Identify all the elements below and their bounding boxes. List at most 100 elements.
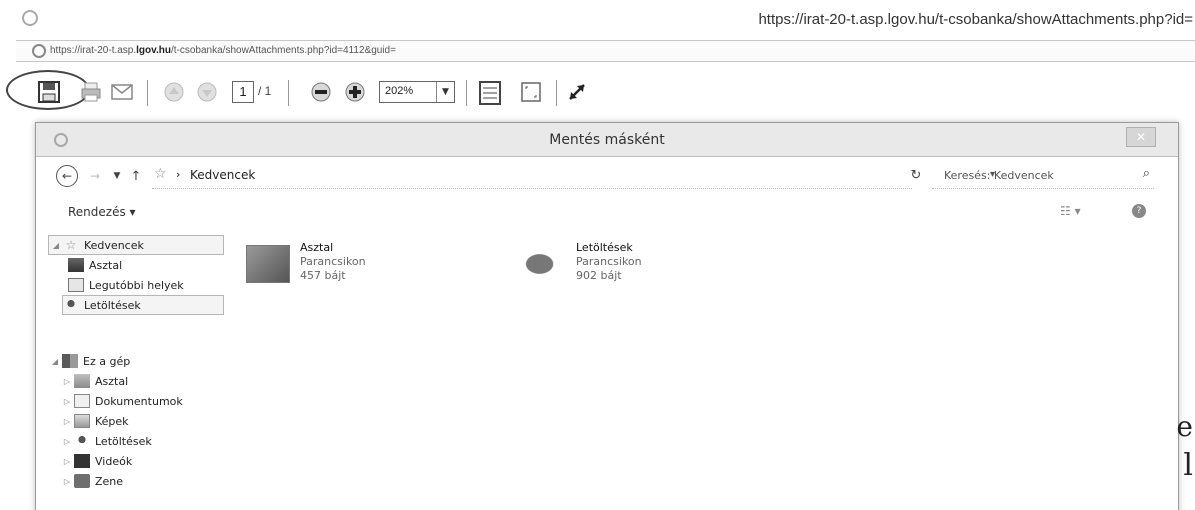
previous-page-button[interactable] (163, 81, 185, 103)
file-type: Parancsikon (576, 255, 642, 268)
view-icon: ☷ ▾ (1060, 204, 1081, 218)
pictures-icon (74, 414, 90, 428)
fit-width-button[interactable] (520, 81, 542, 103)
file-name: Asztal (300, 241, 334, 254)
search-icon: ⌕ (1142, 166, 1150, 181)
page-total: / 1 (258, 84, 272, 98)
sidebar-item-label: Ez a gép (83, 354, 131, 368)
star-icon: ☆ (65, 238, 77, 252)
file-type: Parancsikon (300, 255, 366, 268)
expand-arrow-icon[interactable]: ▷ (60, 417, 74, 426)
dialog-title-bar: Mentés másként ✕ (36, 123, 1178, 157)
breadcrumb-location[interactable]: Kedvencek (190, 168, 255, 182)
recent-places-icon (68, 278, 84, 292)
expand-arrows-icon (569, 84, 585, 100)
plus-circle-icon (345, 82, 365, 102)
downloads-icon (63, 298, 79, 312)
zoom-value: 202% (385, 85, 414, 97)
minus-circle-icon (311, 82, 331, 102)
chevron-down-icon[interactable]: ▼ (436, 82, 454, 102)
arrow-left-icon: ← (61, 169, 73, 183)
fit-page-button[interactable] (478, 80, 502, 106)
save-button[interactable] (38, 81, 60, 103)
sidebar-item-music[interactable]: ▷ Zene (60, 471, 123, 491)
expand-arrow-icon[interactable]: ▷ (60, 397, 74, 406)
sidebar-item-pc-desktop[interactable]: ▷ Asztal (60, 371, 128, 391)
address-bar[interactable]: https://irat-20-t.asp.lgov.hu/t-csobanka… (16, 40, 1195, 62)
desktop-icon (68, 258, 84, 272)
background-text: l (1183, 448, 1193, 483)
sidebar-item-recent-places[interactable]: Legutóbbi helyek (68, 275, 184, 295)
forward-button[interactable]: → (86, 165, 104, 187)
downloads-shortcut-icon (522, 245, 566, 283)
sidebar-item-label: Zene (95, 474, 124, 488)
window-title-url: https://irat-20-t.asp.lgov.hu/t-csobanka… (758, 11, 1193, 28)
downloads-icon (74, 434, 90, 448)
floppy-disk-icon (38, 81, 60, 103)
close-button[interactable]: ✕ (1126, 127, 1156, 147)
browser-title-bar: https://irat-20-t.asp.lgov.hu/t-csobanka… (0, 0, 1195, 36)
sidebar-item-pc-downloads[interactable]: ▷ Letöltések (60, 431, 152, 451)
sidebar-item-downloads[interactable]: Letöltések (62, 295, 224, 315)
arrow-up-icon: ↑ (130, 168, 142, 184)
address-path: /t-csobanka/showAttachments.php?id=4112&… (170, 45, 396, 56)
sidebar-item-desktop[interactable]: Asztal (68, 255, 122, 275)
email-button[interactable] (110, 81, 134, 103)
command-bar: Rendezés ▾ ☷ ▾ ? (46, 199, 1170, 225)
videos-icon (74, 454, 90, 468)
zoom-select[interactable]: 202% ▼ (379, 81, 455, 103)
documents-icon (74, 394, 90, 408)
next-page-button[interactable] (196, 81, 218, 103)
sidebar-item-favorites[interactable]: ◢ ☆ Kedvencek (48, 235, 224, 255)
breadcrumb[interactable]: ☆ › Kedvencek ▾ (152, 163, 995, 189)
back-button[interactable]: ← (56, 165, 78, 187)
sidebar-item-videos[interactable]: ▷ Videók (60, 451, 132, 471)
fit-width-icon (521, 82, 541, 102)
sidebar-item-this-pc[interactable]: ◢ Ez a gép (48, 351, 130, 371)
expand-arrow-icon[interactable]: ▷ (60, 477, 74, 486)
desktop-shortcut-icon (246, 245, 290, 283)
zoom-out-button[interactable] (310, 81, 332, 103)
zoom-in-button[interactable] (344, 81, 366, 103)
chevron-down-icon: ▼ (113, 171, 121, 181)
sidebar-item-label: Asztal (95, 374, 129, 388)
expand-arrow-icon[interactable]: ▷ (60, 377, 74, 386)
expand-arrow-icon[interactable]: ▷ (60, 457, 74, 466)
background-text: e (1176, 410, 1193, 443)
expand-icon[interactable]: ◢ (49, 241, 63, 250)
browser-logo-icon (22, 10, 38, 26)
toolbar-separator (288, 80, 289, 106)
address-text[interactable]: https://irat-20-t.asp.lgov.hu/t-csobanka… (50, 45, 396, 56)
address-domain: lgov.hu (136, 45, 171, 56)
view-options-button[interactable]: ☷ ▾ (1060, 204, 1081, 218)
help-icon[interactable]: ? (1132, 204, 1146, 218)
file-item[interactable]: Asztal Parancsikon 457 bájt (246, 241, 446, 297)
sidebar-item-pictures[interactable]: ▷ Képek (60, 411, 129, 431)
recent-locations-button[interactable]: ▼ (110, 165, 124, 187)
toolbar-separator (466, 80, 467, 106)
sidebar-item-label: Legutóbbi helyek (89, 278, 184, 292)
toolbar-separator (556, 80, 557, 106)
fullscreen-button[interactable] (566, 81, 588, 103)
dialog-title: Mentés másként (549, 132, 665, 148)
refresh-button[interactable]: ↻ (906, 165, 926, 187)
page-number-input[interactable]: 1 (232, 81, 254, 103)
organize-button[interactable]: Rendezés ▾ (68, 205, 136, 219)
star-icon: ☆ (154, 166, 167, 182)
sidebar-item-documents[interactable]: ▷ Dokumentumok (60, 391, 183, 411)
search-input[interactable]: Keresés: Kedvencek ⌕ (932, 163, 1154, 189)
save-as-dialog: Mentés másként ✕ ← → ▼ ↑ ☆ › Kedvencek ▾… (35, 122, 1179, 510)
up-button[interactable]: ↑ (128, 165, 144, 187)
print-button[interactable] (80, 81, 102, 103)
page-favicon-icon (32, 44, 46, 58)
navigation-pane: ◢ ☆ Kedvencek Asztal Legutóbbi helyek Le… (48, 235, 258, 510)
file-item[interactable]: Letöltések Parancsikon 902 bájt (522, 241, 722, 297)
sidebar-item-label: Képek (95, 414, 129, 428)
expand-icon[interactable]: ◢ (48, 357, 62, 366)
expand-arrow-icon[interactable]: ▷ (60, 437, 74, 446)
sidebar-item-label: Dokumentumok (95, 394, 183, 408)
navigation-row: ← → ▼ ↑ ☆ › Kedvencek ▾ ↻ Keresés: Kedve… (46, 163, 1170, 189)
address-prefix: https://irat-20-t.asp. (50, 45, 137, 56)
pdf-toolbar: 1 / 1 202% ▼ (0, 66, 1195, 120)
sidebar-item-label: Kedvencek (84, 238, 144, 252)
